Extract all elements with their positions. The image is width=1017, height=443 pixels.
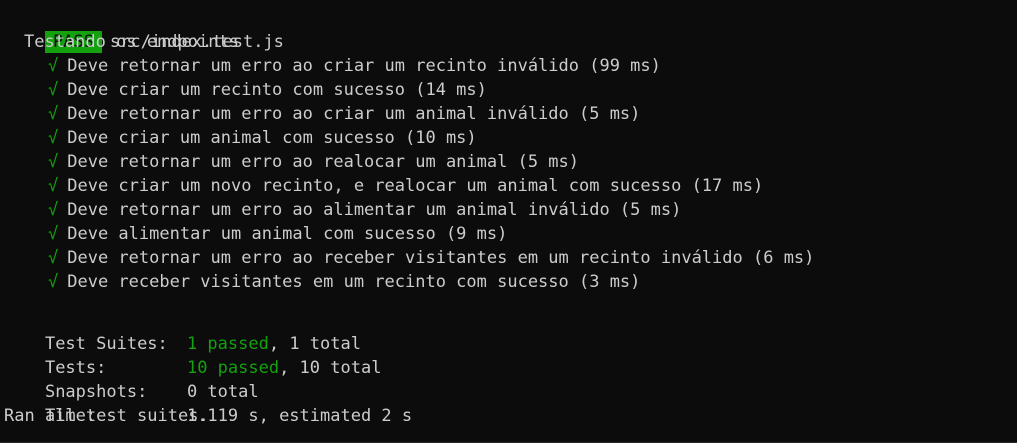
check-icon: √ xyxy=(48,248,59,268)
test-result-item: √ Deve criar um animal com sucesso (10 ms… xyxy=(0,126,1017,150)
check-icon: √ xyxy=(48,80,59,100)
test-result-item: √ Deve criar um novo recinto, e realocar … xyxy=(0,174,1017,198)
summary-ran: Ran all test suites. xyxy=(4,406,209,426)
test-result-text: Deve retornar um erro ao alimentar um an… xyxy=(67,200,682,220)
check-icon: √ xyxy=(48,200,59,220)
check-icon: √ xyxy=(48,104,59,124)
summary-suites: Test Suites: 1 passed, 1 total xyxy=(0,308,1017,354)
test-result-item: √ Deve retornar um erro ao criar um recin… xyxy=(0,54,1017,78)
check-icon: √ xyxy=(48,128,59,148)
summary-suites-label: Test Suites: xyxy=(44,334,168,354)
test-result-text: Deve criar um novo recinto, e realocar u… xyxy=(67,176,764,196)
summary-time-value: 1.119 s, estimated 2 s xyxy=(186,406,413,426)
summary-suites-passed: 1 passed xyxy=(186,334,269,354)
test-result-item: √ Deve retornar um erro ao realocar um an… xyxy=(0,150,1017,174)
test-result-text: Deve receber visitantes em um recinto co… xyxy=(67,272,641,292)
summary-snapshots-label: Snapshots: xyxy=(44,382,148,402)
test-result-item: √ Deve retornar um erro ao alimentar um a… xyxy=(0,198,1017,222)
test-result-text: Deve criar um animal com sucesso (10 ms) xyxy=(67,128,477,148)
test-result-item: √ Deve criar um recinto com sucesso (14 m… xyxy=(0,78,1017,102)
summary-snapshots-value: 0 total xyxy=(186,382,259,402)
check-icon: √ xyxy=(48,272,59,292)
test-result-item: √ Deve retornar um erro ao receber visita… xyxy=(0,246,1017,270)
summary-suites-total: , 1 total xyxy=(268,334,361,354)
summary-tests-label: Tests: xyxy=(44,358,107,378)
test-result-item: √ Deve receber visitantes em um recinto c… xyxy=(0,270,1017,294)
test-result-item: √ Deve retornar um erro ao criar um anima… xyxy=(0,102,1017,126)
test-result-text: Deve alimentar um animal com sucesso (9 … xyxy=(67,224,508,244)
terminal-window: PASS src/index.test.js Testando os endpoi… xyxy=(0,0,1017,443)
summary-tests-total: , 10 total xyxy=(279,358,382,378)
test-result-text: Deve criar um recinto com sucesso (14 ms… xyxy=(67,80,487,100)
test-result-item: √ Deve alimentar um animal com sucesso (9… xyxy=(0,222,1017,246)
suite-title: Testando os endpoints xyxy=(24,32,239,52)
check-icon: √ xyxy=(48,152,59,172)
check-icon: √ xyxy=(48,176,59,196)
summary-tests-passed: 10 passed xyxy=(186,358,280,378)
test-list: √ Deve retornar um erro ao criar um recin… xyxy=(0,54,1017,294)
test-result-text: Deve retornar um erro ao receber visitan… xyxy=(67,248,815,268)
check-icon: √ xyxy=(48,56,59,76)
check-icon: √ xyxy=(48,224,59,244)
test-result-text: Deve retornar um erro ao realocar um ani… xyxy=(67,152,579,172)
test-result-text: Deve retornar um erro ao criar um animal… xyxy=(67,104,641,124)
test-result-text: Deve retornar um erro ao criar um recint… xyxy=(67,56,661,76)
result-header: PASS src/index.test.js xyxy=(0,6,1017,53)
